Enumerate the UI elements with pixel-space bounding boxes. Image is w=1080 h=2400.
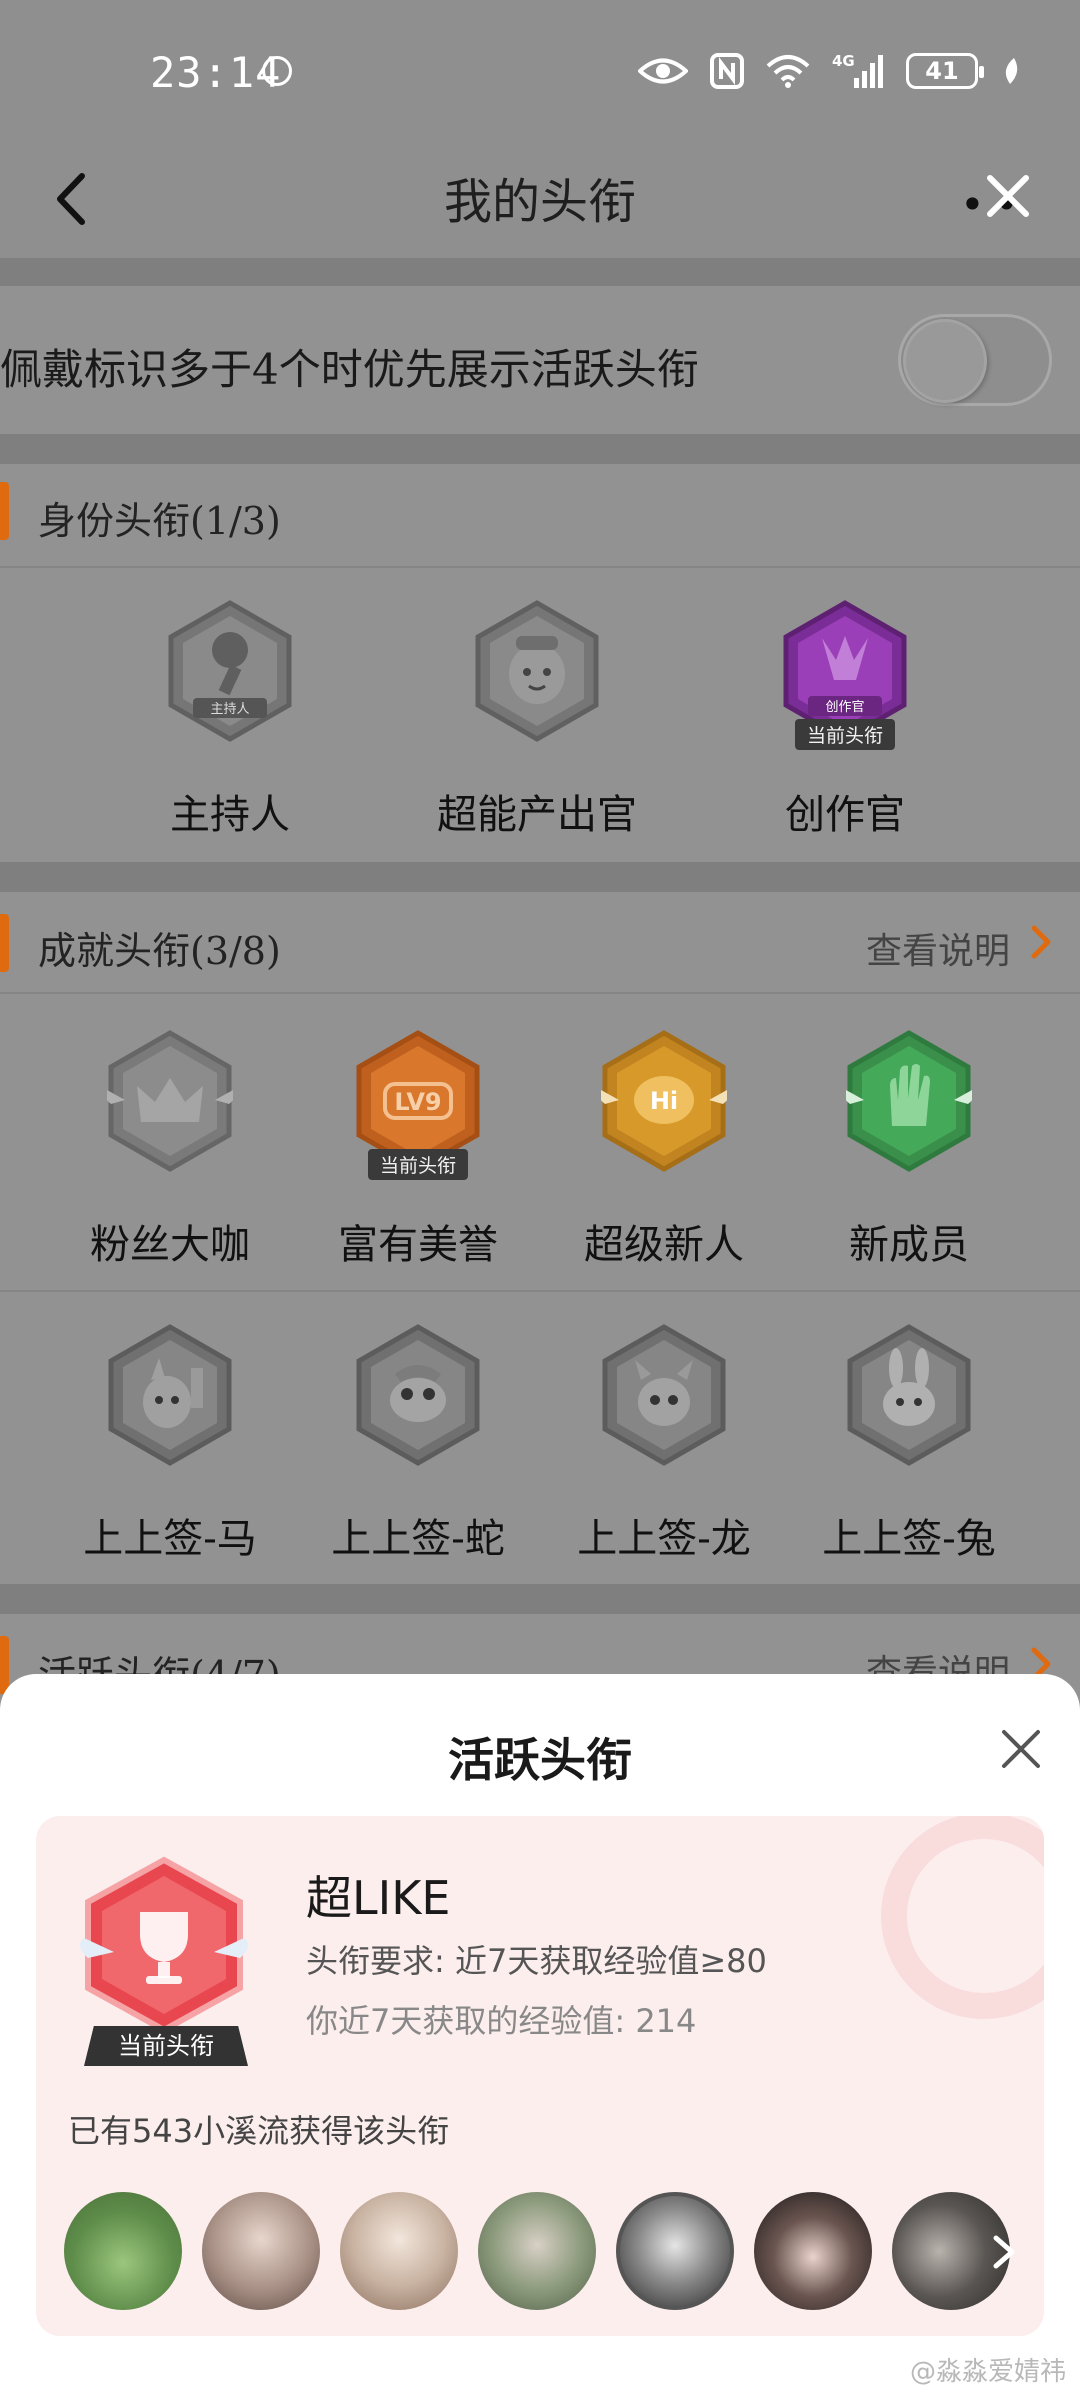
badge-super-newbie[interactable]: Hi 超级新人 [549, 1030, 779, 1270]
divider [0, 566, 1080, 568]
signal-4g-icon: 4G [832, 52, 883, 88]
navigation-bar: 我的头衔 • • [0, 140, 1080, 260]
priority-toggle-switch[interactable] [898, 314, 1052, 406]
title-detail-card: 当前头衔 超LIKE 头衔要求: 近7天获取经验值≥80 你近7天获取的经验值:… [36, 1816, 1044, 2336]
divider [0, 1290, 1080, 1292]
snake-badge-icon [355, 1324, 481, 1466]
badge-reputation[interactable]: LV9 当前头衔 富有美誉 [303, 1030, 533, 1270]
badge-label: 上上签-蛇 [331, 1516, 505, 1562]
badge-label: 上上签-龙 [577, 1516, 751, 1562]
current-title-tag: 当前头衔 [794, 719, 896, 750]
battery-icon: 41 [906, 53, 984, 89]
badge-label: 超级新人 [584, 1222, 744, 1268]
avatar[interactable] [340, 2192, 458, 2310]
watermark: @淼淼爱婧祎 [909, 2357, 1066, 2387]
identity-titles-section: 身份头衔(1/3) 主持人 主持人 超能产出官 创作官 当前头衔 创作官 [0, 464, 1080, 862]
badge-label: 粉丝大咖 [90, 1222, 250, 1268]
host-badge-icon: 主持人 [167, 600, 293, 742]
badge-creator[interactable]: 创作官 当前头衔 创作官 [730, 600, 960, 840]
owner-avatars [64, 2192, 1044, 2312]
creator-badge-text: 创作官 [825, 699, 864, 715]
section-accent [0, 914, 9, 972]
divider-band [0, 434, 1080, 464]
badge-label: 创作官 [785, 792, 905, 838]
view-explanation-link[interactable]: 查看说明 [866, 922, 1010, 974]
title-requirement: 头衔要求: 近7天获取经验值≥80 [306, 1942, 767, 1980]
section-accent [0, 482, 9, 540]
section-accent [0, 1636, 9, 1694]
notification-icon [262, 56, 292, 86]
section-title: 身份头衔(1/3) [38, 499, 281, 543]
trophy-badge-icon [80, 1856, 248, 2034]
creator-badge-icon: 创作官 当前头衔 [782, 600, 908, 750]
badge-label: 上上签-马 [83, 1516, 257, 1562]
close-icon[interactable] [978, 166, 1038, 226]
chevron-right-icon[interactable] [1026, 922, 1056, 962]
hi-badge-text: Hi [650, 1087, 678, 1115]
hi-badge-icon: Hi [601, 1030, 727, 1172]
nfc-icon [710, 53, 744, 89]
horse-badge-icon [107, 1324, 233, 1466]
avatar[interactable] [616, 2192, 734, 2310]
badge-fortune-snake[interactable]: 上上签-蛇 [303, 1324, 533, 1564]
lv9-badge-icon: LV9 当前头衔 [355, 1030, 481, 1180]
close-icon[interactable] [998, 1726, 1044, 1772]
badge-super-producer[interactable]: 超能产出官 [422, 600, 652, 840]
badge-fan-star[interactable]: 粉丝大咖 [55, 1030, 285, 1270]
user-experience: 你近7天获取的经验值: 214 [306, 2002, 697, 2040]
dragon-badge-icon [601, 1324, 727, 1466]
wifi-icon [766, 55, 810, 88]
achievement-titles-section: 成就头衔(3/8) 查看说明 粉丝大咖 LV9 当前头衔 富有美誉 Hi 超级新… [0, 892, 1080, 1584]
badge-fortune-rabbit[interactable]: 上上签-兔 [794, 1324, 1024, 1564]
title-name: 超LIKE [306, 1871, 451, 1925]
divider-band [0, 1584, 1080, 1614]
decorative-swirl-icon [881, 1816, 1044, 2019]
status-bar: 23:14 4G 41 [0, 0, 1080, 140]
badge-host[interactable]: 主持人 主持人 [115, 600, 345, 840]
producer-badge-icon [474, 600, 600, 742]
active-title-sheet: 活跃头衔 当前头衔 超LIKE 头衔要求: 近7天获取经验值≥80 你近7天获取… [0, 1674, 1080, 2400]
page-title: 我的头衔 [443, 174, 636, 230]
badge-label: 上上签-兔 [822, 1516, 996, 1562]
owners-count: 已有543小溪流获得该头衔 [68, 2112, 450, 2150]
sheet-title: 活跃头衔 [448, 1733, 632, 1787]
current-title-tag: 当前头衔 [84, 2026, 248, 2066]
system-icons: 4G 41 [638, 52, 1020, 90]
current-title-tag: 当前头衔 [367, 1149, 469, 1180]
badge-label: 主持人 [170, 792, 290, 838]
chevron-right-icon[interactable] [986, 2232, 1022, 2272]
avatar[interactable] [64, 2192, 182, 2310]
badge-label: 富有美誉 [338, 1222, 498, 1268]
section-title: 成就头衔(3/8) [38, 929, 281, 973]
avatar[interactable] [202, 2192, 320, 2310]
badge-fortune-horse[interactable]: 上上签-马 [55, 1324, 285, 1564]
host-badge-text: 主持人 [210, 702, 249, 717]
badge-fortune-dragon[interactable]: 上上签-龙 [549, 1324, 779, 1564]
leaf-icon [1005, 58, 1018, 84]
hand-badge-icon [846, 1030, 972, 1172]
crown-badge-icon [107, 1030, 233, 1172]
lv9-badge-text: LV9 [394, 1088, 441, 1116]
avatar[interactable] [478, 2192, 596, 2310]
priority-toggle-row: 佩戴标识多于4个时优先展示活跃头衔 [0, 286, 1080, 434]
toggle-label: 佩戴标识多于4个时优先展示活跃头衔 [0, 345, 699, 394]
divider-band [0, 862, 1080, 892]
rabbit-badge-icon [846, 1324, 972, 1466]
badge-new-member[interactable]: 新成员 [794, 1030, 1024, 1270]
badge-label: 新成员 [849, 1222, 969, 1268]
svg-text:4G: 4G [832, 52, 855, 70]
divider-band [0, 258, 1080, 286]
divider [0, 992, 1080, 994]
badge-label: 超能产出官 [437, 792, 637, 838]
toggle-knob [903, 319, 987, 403]
eye-icon [638, 58, 688, 84]
avatar[interactable] [754, 2192, 872, 2310]
